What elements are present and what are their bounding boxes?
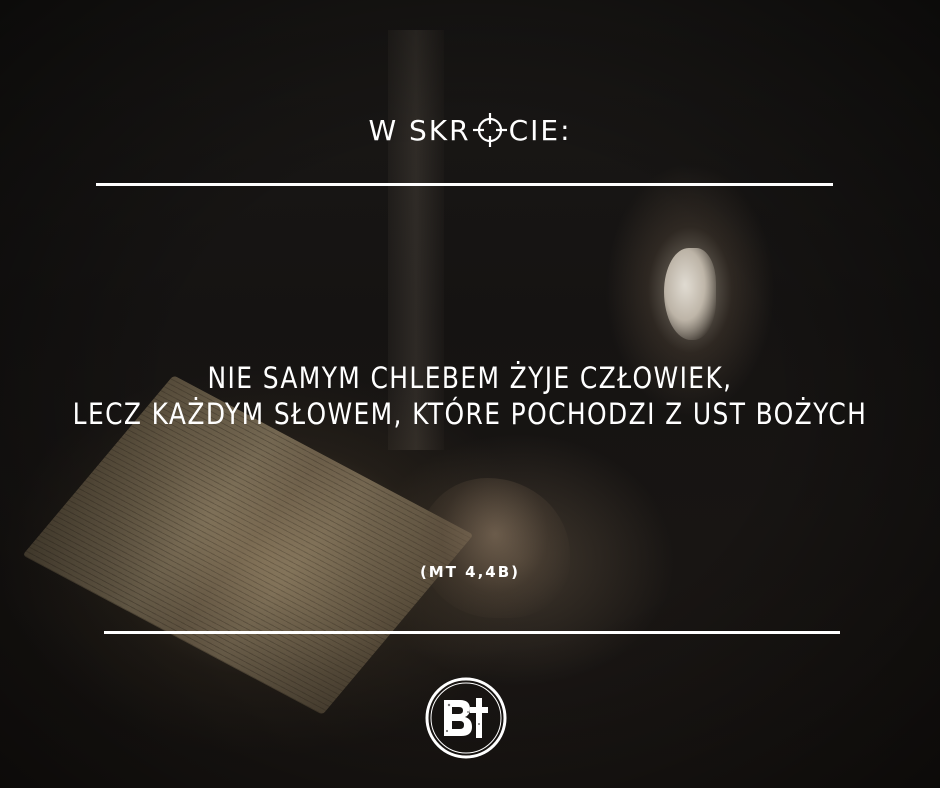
page-title: W SKR CIE: (0, 110, 940, 150)
title-text-after: CIE: (508, 113, 572, 147)
bt-logo-icon (424, 676, 508, 760)
graphic-canvas: W SKR CIE: NIE SAMYM CHLEBEM ŻYJE CZŁOWI… (0, 0, 940, 788)
quote-reference: (MT 4,4B) (419, 563, 521, 581)
quote-line-2: LECZ KAŻDYM SŁOWEM, KTÓRE POCHODZI Z UST… (72, 397, 868, 431)
bottom-divider (104, 631, 840, 634)
top-divider (96, 183, 833, 186)
quote-text: NIE SAMYM CHLEBEM ŻYJE CZŁOWIEK, LECZ KA… (66, 360, 874, 432)
quote-line-1: NIE SAMYM CHLEBEM ŻYJE CZŁOWIEK, (207, 361, 733, 395)
title-text-before: W SKR (368, 113, 471, 147)
crosshair-icon (472, 113, 507, 147)
